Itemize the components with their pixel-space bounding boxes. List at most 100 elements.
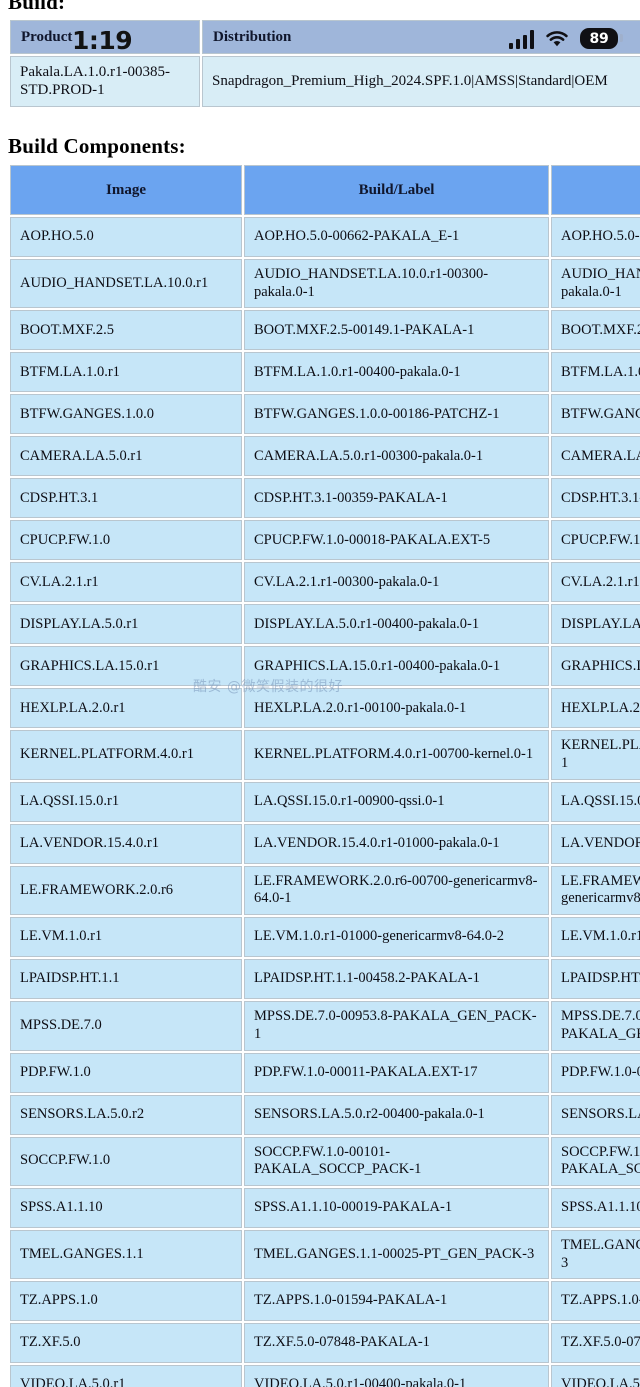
column-header-image: Image: [10, 165, 242, 215]
cell-image: VIDEO.LA.5.0.r1: [10, 1365, 242, 1387]
cell-build-label: AUDIO_HANDSET.LA.10.0.r1-00300-pakala.0-…: [244, 259, 549, 309]
cell-image: PDP.FW.1.0: [10, 1052, 242, 1093]
cell-distribution: GRAPHICS.LA.15.0.r1-00400-pakala.0-1: [551, 646, 640, 687]
column-header-build-label: Build/Label: [244, 165, 549, 215]
cell-build-label: LA.QSSI.15.0.r1-00900-qssi.0-1: [244, 781, 549, 822]
cell-distribution: KERNEL.PLATFORM.4.0.r1-00700-kernel.0-1: [551, 730, 640, 780]
table-row: SENSORS.LA.5.0.r2 SENSORS.LA.5.0.r2-00400…: [10, 1094, 640, 1135]
cell-build-label: HEXLP.LA.2.0.r1-00100-pakala.0-1: [244, 688, 549, 729]
cell-distribution: SOCCP.FW.1.0-00101-PAKALA_SOCCP_PACK-1: [551, 1136, 640, 1186]
table-row: VIDEO.LA.5.0.r1 VIDEO.LA.5.0.r1-00400-pak…: [10, 1365, 640, 1387]
cell-build-label: LE.FRAMEWORK.2.0.r6-00700-genericarmv8-6…: [244, 865, 549, 916]
column-header-product: Product: [10, 20, 200, 54]
column-header-distribution: Distribution: [202, 20, 640, 54]
cell-build-label: BTFW.GANGES.1.0.0-00186-PATCHZ-1: [244, 394, 549, 435]
cell-build-label: GRAPHICS.LA.15.0.r1-00400-pakala.0-1: [244, 646, 549, 687]
cell-image: AUDIO_HANDSET.LA.10.0.r1: [10, 259, 242, 309]
cell-distribution: PDP.FW.1.0-00011-PAKALA.EXT-17: [551, 1052, 640, 1093]
table-row: TZ.XF.5.0 TZ.XF.5.0-07848-PAKALA-1 TZ.XF.5…: [10, 1323, 640, 1364]
cell-distribution: LA.QSSI.15.0.r1-00900-qssi.0-1: [551, 781, 640, 822]
cell-build-label: TMEL.GANGES.1.1-00025-PT_GEN_PACK-3: [244, 1229, 549, 1280]
cell-build-label: CAMERA.LA.5.0.r1-00300-pakala.0-1: [244, 436, 549, 477]
cell-distribution: TMEL.GANGES.1.1-00025-PT_GEN_PACK-3: [551, 1229, 640, 1280]
table-body: AOP.HO.5.0 AOP.HO.5.0-00662-PAKALA_E-1 AOP…: [10, 217, 640, 1387]
table-row: LA.VENDOR.15.4.0.r1 LA.VENDOR.15.4.0.r1-0…: [10, 823, 640, 864]
cell-build-label: KERNEL.PLATFORM.4.0.r1-00700-kernel.0-1: [244, 730, 549, 780]
table-row: BTFW.GANGES.1.0.0 BTFW.GANGES.1.0.0-00186…: [10, 394, 640, 435]
cell-distribution: AOP.HO.5.0-00662-PAKALA_E-1: [551, 217, 640, 257]
cell-build-label: CDSP.HT.3.1-00359-PAKALA-1: [244, 478, 549, 519]
table-row: LA.QSSI.15.0.r1 LA.QSSI.15.0.r1-00900-qss…: [10, 781, 640, 822]
table-row: LE.VM.1.0.r1 LE.VM.1.0.r1-01000-genericar…: [10, 917, 640, 958]
cell-distribution: LE.FRAMEWORK.2.0.r6-00700-genericarmv8-6…: [551, 865, 640, 916]
cell-image: CDSP.HT.3.1: [10, 478, 242, 519]
cell-distribution: TZ.XF.5.0-07848-PAKALA-1: [551, 1323, 640, 1364]
cell-image: TMEL.GANGES.1.1: [10, 1229, 242, 1280]
cell-distribution: SENSORS.LA.5.0.r2-00400-pakala.0-1: [551, 1094, 640, 1135]
cell-distribution: LA.VENDOR.15.4.0.r1-01000-pakala.0-1: [551, 823, 640, 864]
table-row: CV.LA.2.1.r1 CV.LA.2.1.r1-00300-pakala.0-…: [10, 562, 640, 603]
document-page: Build: Product Distribution Pakala.LA.1.…: [0, 0, 640, 1387]
table-row: DISPLAY.LA.5.0.r1 DISPLAY.LA.5.0.r1-00400…: [10, 604, 640, 645]
table-header-row: Product Distribution: [10, 20, 640, 54]
table-row: TMEL.GANGES.1.1 TMEL.GANGES.1.1-00025-PT_…: [10, 1229, 640, 1280]
cell-image: HEXLP.LA.2.0.r1: [10, 688, 242, 729]
cell-distribution: CPUCP.FW.1.0-00018-PAKALA.EXT-5: [551, 520, 640, 561]
cell-image: MPSS.DE.7.0: [10, 1001, 242, 1051]
cell-distribution: TZ.APPS.1.0-01594-PAKALA-1: [551, 1281, 640, 1322]
cell-image: CAMERA.LA.5.0.r1: [10, 436, 242, 477]
cell-build-label: LE.VM.1.0.r1-01000-genericarmv8-64.0-2: [244, 917, 549, 958]
table-row: CPUCP.FW.1.0 CPUCP.FW.1.0-00018-PAKALA.EX…: [10, 520, 640, 561]
cell-distribution: Snapdragon_Premium_High_2024.SPF.1.0|AMS…: [202, 56, 640, 107]
cell-distribution: BOOT.MXF.2.5-00149.1-PAKALA-1: [551, 310, 640, 351]
cell-image: LE.FRAMEWORK.2.0.r6: [10, 865, 242, 916]
cell-image: SENSORS.LA.5.0.r2: [10, 1094, 242, 1135]
cell-image: BTFW.GANGES.1.0.0: [10, 394, 242, 435]
table-row: CAMERA.LA.5.0.r1 CAMERA.LA.5.0.r1-00300-p…: [10, 436, 640, 477]
cell-build-label: SOCCP.FW.1.0-00101-PAKALA_SOCCP_PACK-1: [244, 1136, 549, 1186]
cell-product: Pakala.LA.1.0.r1-00385-STD.PROD-1: [10, 56, 200, 107]
cell-image: KERNEL.PLATFORM.4.0.r1: [10, 730, 242, 780]
cell-distribution: VIDEO.LA.5.0.r1-00400-pakala.0-1: [551, 1365, 640, 1387]
cell-image: LA.QSSI.15.0.r1: [10, 781, 242, 822]
cell-distribution: LE.VM.1.0.r1-01000-genericarmv8-64.0-2: [551, 917, 640, 958]
cell-distribution: MPSS.DE.7.0-00953.8-PAKALA_GEN_PACK-1: [551, 1001, 640, 1051]
cell-image: TZ.XF.5.0: [10, 1323, 242, 1364]
cell-distribution: LPAIDSP.HT.1.1-00458.2-PAKALA-1: [551, 959, 640, 1000]
build-components-heading: Build Components:: [8, 134, 186, 158]
cell-distribution: DISPLAY.LA.5.0.r1-00400-pakala.0-1: [551, 604, 640, 645]
cell-distribution: CDSP.HT.3.1-00359-PAKALA-1: [551, 478, 640, 519]
cell-build-label: DISPLAY.LA.5.0.r1-00400-pakala.0-1: [244, 604, 549, 645]
cell-image: CV.LA.2.1.r1: [10, 562, 242, 603]
table-row: BOOT.MXF.2.5 BOOT.MXF.2.5-00149.1-PAKALA-…: [10, 310, 640, 351]
cell-distribution: AUDIO_HANDSET.LA.10.0.r1-00300-pakala.0-…: [551, 259, 640, 309]
table-header-row: Image Build/Label Distribution: [10, 165, 640, 215]
cell-build-label: PDP.FW.1.0-00011-PAKALA.EXT-17: [244, 1052, 549, 1093]
cell-build-label: TZ.APPS.1.0-01594-PAKALA-1: [244, 1281, 549, 1322]
table-row: PDP.FW.1.0 PDP.FW.1.0-00011-PAKALA.EXT-17…: [10, 1052, 640, 1093]
cell-image: SOCCP.FW.1.0: [10, 1136, 242, 1186]
table-row: AUDIO_HANDSET.LA.10.0.r1 AUDIO_HANDSET.LA…: [10, 259, 640, 309]
cell-image: SPSS.A1.1.10: [10, 1187, 242, 1228]
cell-build-label: LA.VENDOR.15.4.0.r1-01000-pakala.0-1: [244, 823, 549, 864]
cell-distribution: CV.LA.2.1.r1-00300-pakala.0-1: [551, 562, 640, 603]
column-header-distribution: Distribution: [551, 165, 640, 215]
cell-distribution: BTFM.LA.1.0.r1-00400-pakala.0-1: [551, 352, 640, 393]
build-heading: Build:: [8, 0, 66, 14]
table-row: SOCCP.FW.1.0 SOCCP.FW.1.0-00101-PAKALA_SO…: [10, 1136, 640, 1186]
cell-build-label: SPSS.A1.1.10-00019-PAKALA-1: [244, 1187, 549, 1228]
cell-build-label: BOOT.MXF.2.5-00149.1-PAKALA-1: [244, 310, 549, 351]
product-distribution-table: Product Distribution Pakala.LA.1.0.r1-00…: [8, 18, 640, 109]
table-row: CDSP.HT.3.1 CDSP.HT.3.1-00359-PAKALA-1 CDS…: [10, 478, 640, 519]
cell-image: TZ.APPS.1.0: [10, 1281, 242, 1322]
table-row: TZ.APPS.1.0 TZ.APPS.1.0-01594-PAKALA-1 TZ.…: [10, 1281, 640, 1322]
table-row: LE.FRAMEWORK.2.0.r6 LE.FRAMEWORK.2.0.r6-0…: [10, 865, 640, 916]
table-row: HEXLP.LA.2.0.r1 HEXLP.LA.2.0.r1-00100-pak…: [10, 688, 640, 729]
table-row: MPSS.DE.7.0 MPSS.DE.7.0-00953.8-PAKALA_GE…: [10, 1001, 640, 1051]
cell-distribution: CAMERA.LA.5.0.r1-00300-pakala.0-1: [551, 436, 640, 477]
table-row: AOP.HO.5.0 AOP.HO.5.0-00662-PAKALA_E-1 AOP…: [10, 217, 640, 257]
cell-build-label: MPSS.DE.7.0-00953.8-PAKALA_GEN_PACK-1: [244, 1001, 549, 1051]
cell-distribution: HEXLP.LA.2.0.r1-00100-pakala.0-1: [551, 688, 640, 729]
table-row: KERNEL.PLATFORM.4.0.r1 KERNEL.PLATFORM.4.…: [10, 730, 640, 780]
cell-image: CPUCP.FW.1.0: [10, 520, 242, 561]
